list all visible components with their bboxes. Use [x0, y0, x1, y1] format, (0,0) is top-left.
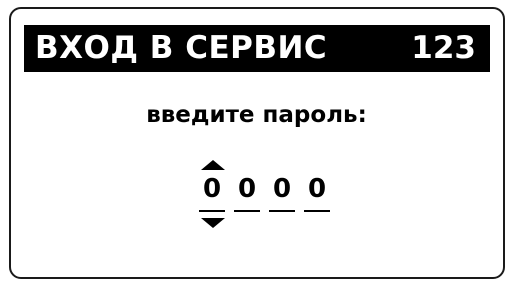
password-digit-1[interactable]: 0 [199, 173, 225, 205]
digit-underline [269, 210, 295, 212]
header-bar: ВХОД В СЕРВИС 123 [24, 25, 490, 72]
digit-underline [304, 210, 330, 212]
password-prompt: введите пароль: [146, 102, 367, 128]
arrow-down-icon[interactable] [201, 218, 225, 228]
page-title: ВХОД В СЕРВИС [35, 30, 328, 66]
digit-underline [199, 210, 225, 212]
digit-underline [234, 210, 260, 212]
service-code: 123 [411, 30, 476, 66]
password-digit-4[interactable]: 0 [304, 173, 330, 205]
arrow-up-icon[interactable] [201, 160, 225, 170]
password-digit-2[interactable]: 0 [234, 173, 260, 205]
password-digit-3[interactable]: 0 [269, 173, 295, 205]
